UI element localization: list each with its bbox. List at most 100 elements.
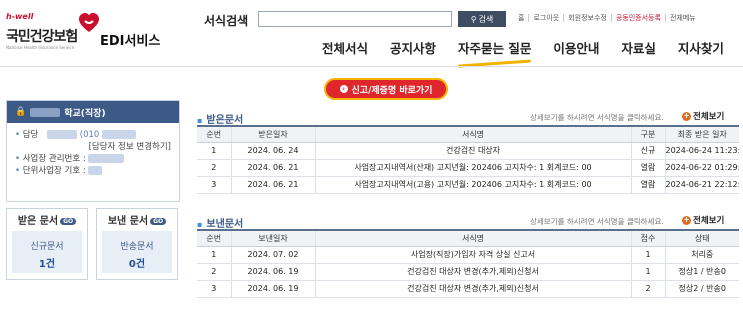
received-docs-box[interactable]: 받은 문서 GO 신규문서 1건 xyxy=(6,208,88,280)
nav-notices[interactable]: 공지사항 xyxy=(390,38,436,57)
received-docs-hint: 상세보기를 하시려면 서식명을 클릭하세요. xyxy=(530,113,664,122)
table-row: 1 2024. 07. 02 사업장(직장)가입자 자격 상실 신고서 1 처리… xyxy=(197,246,739,264)
nav-branch-finder[interactable]: 지사찾기 xyxy=(678,38,724,57)
manager-phone-masked xyxy=(102,130,137,139)
col-header: 보낸일자 xyxy=(230,229,315,247)
cell-index: 1 xyxy=(197,246,231,264)
nav-faq[interactable]: 자주묻는 질문 xyxy=(458,38,531,57)
received-docs-table: 순번 받은일자 서식명 구분 최종 받은 일자 1 2024. 06. 24 건… xyxy=(197,125,739,194)
cell-date: 2024. 06. 19 xyxy=(230,280,315,298)
col-header: 순번 xyxy=(197,125,231,143)
manager-phone: (010 xyxy=(79,130,100,140)
school-name-masked xyxy=(30,107,61,117)
hwell-text: h-well xyxy=(6,12,34,21)
table-row: 2 2024. 06. 21 사업장고지내역서(산재) 고지년월: 202406… xyxy=(197,159,739,177)
cell-form-link[interactable]: 건강검진 대상자 xyxy=(314,142,631,160)
user-info-box: 🔒 학교(직장) • 담당 (010 [담당자 정보 변경하기] • 사업장 관… xyxy=(6,100,180,202)
manager-name-masked xyxy=(47,130,78,139)
col-header: 구분 xyxy=(630,125,665,143)
nav-all-forms[interactable]: 전체서식 xyxy=(322,38,368,57)
cell-type: 신규 xyxy=(630,142,665,160)
returned-docs-count[interactable]: 0건 xyxy=(102,255,172,270)
cell-last-received: 2024-06-24 11:23:31 xyxy=(664,142,739,160)
header-divider xyxy=(0,66,743,67)
received-box-title: 받은 문서 GO xyxy=(7,212,87,227)
manager-row: • 담당 (010 xyxy=(7,129,179,141)
cell-index: 3 xyxy=(197,176,231,194)
top-link-edit-profile[interactable]: 회원정보수정 xyxy=(563,14,611,22)
received-box-inner: 신규문서 1건 xyxy=(12,231,82,273)
cell-status: 처리중 xyxy=(664,246,739,264)
col-header: 접수 xyxy=(630,229,665,247)
col-header: 서식명 xyxy=(314,125,631,143)
user-info-header: 🔒 학교(직장) xyxy=(7,101,179,123)
received-docs-title: 받은문서 xyxy=(197,111,243,126)
search-button[interactable]: ⚲ 검색 xyxy=(458,11,506,27)
workplace-no-row: • 사업장 관리번호 : xyxy=(7,153,179,165)
top-link-logout[interactable]: 로그아웃 xyxy=(528,14,564,22)
table-row: 1 2024. 06. 24 건강검진 대상자 신규 2024-06-24 11… xyxy=(197,142,739,160)
nhis-logo[interactable]: h-well 국민건강보험 National Health Insurance … xyxy=(6,12,99,52)
sent-docs-box[interactable]: 보낸 문서 GO 반송문서 0건 xyxy=(96,208,178,280)
sent-box-title: 보낸 문서 GO xyxy=(97,212,177,227)
plus-icon: + xyxy=(682,111,691,121)
main-nav: 전체서식 공지사항 자주묻는 질문 이용안내 자료실 지사찾기 xyxy=(322,38,724,57)
top-link-all-menu[interactable]: 전체메뉴 xyxy=(664,14,700,22)
table-header-row: 순번 받은일자 서식명 구분 최종 받은 일자 xyxy=(197,125,739,143)
new-docs-label: 신규문서 xyxy=(30,242,64,252)
cell-form-link[interactable]: 건강검진 대상자 변경(추가,제외)신청서 xyxy=(314,280,631,298)
cell-status: 정상2 / 반송0 xyxy=(664,280,739,298)
logo-subtext: National Health Insurance Service xyxy=(6,45,75,50)
cell-form-link[interactable]: 건강검진 대상자 변경(추가,제외)신청서 xyxy=(314,263,631,281)
heart-logo-icon xyxy=(79,13,99,32)
manager-label: 담당 xyxy=(22,130,39,140)
returned-docs-label: 반송문서 xyxy=(120,242,154,252)
logo-name: 국민건강보험 xyxy=(6,29,78,45)
cell-index: 2 xyxy=(197,263,231,281)
cell-received-count: 1 xyxy=(630,263,665,281)
search-button-label: 검색 xyxy=(478,14,494,24)
search-input[interactable] xyxy=(258,11,452,27)
cell-date: 2024. 06. 21 xyxy=(230,159,315,177)
cell-form-link[interactable]: 사업장고지내역서(산재) 고지년월: 202406 고지차수: 1 회계코드: … xyxy=(314,159,631,177)
cell-form-link[interactable]: 사업장(직장)가입자 자격 상실 신고서 xyxy=(314,246,631,264)
workplace-no-masked xyxy=(88,154,125,163)
search-icon: ⚲ xyxy=(470,14,477,24)
cell-form-link[interactable]: 사업장고지내역서(고용) 고지년월: 202406 고지차수: 1 회계코드: … xyxy=(314,176,631,194)
go-badge[interactable]: GO xyxy=(150,217,167,225)
lock-icon: 🔒 xyxy=(15,107,27,117)
sent-docs-title: 보낸문서 xyxy=(197,215,243,230)
cell-index: 1 xyxy=(197,142,231,160)
cell-type: 열람 xyxy=(630,159,665,177)
report-shortcut-button[interactable]: › 신고/제증명 바로가기 xyxy=(324,78,448,100)
nav-guide[interactable]: 이용안내 xyxy=(553,38,599,57)
cell-date: 2024. 06. 24 xyxy=(230,142,315,160)
unit-code-label: 단위사업장 기호 : xyxy=(22,166,86,176)
cell-last-received: 2024-06-21 22:12:19 xyxy=(664,176,739,194)
cell-received-count: 2 xyxy=(630,280,665,298)
cell-index: 3 xyxy=(197,280,231,298)
nav-resources[interactable]: 자료실 xyxy=(621,38,656,57)
arrow-right-icon: › xyxy=(339,85,348,93)
workplace-no-label: 사업장 관리번호 : xyxy=(22,154,86,164)
received-view-all[interactable]: + 전체보기 xyxy=(682,110,724,122)
cell-date: 2024. 07. 02 xyxy=(230,246,315,264)
sent-box-inner: 반송문서 0건 xyxy=(102,231,172,273)
go-badge[interactable]: GO xyxy=(60,217,77,225)
cell-index: 2 xyxy=(197,159,231,177)
col-header: 상태 xyxy=(664,229,739,247)
col-header: 서식명 xyxy=(314,229,631,247)
change-info-link[interactable]: [담당자 정보 변경하기] xyxy=(7,141,179,153)
unit-code-masked xyxy=(88,166,103,175)
col-header: 최종 받은 일자 xyxy=(664,125,739,143)
service-name: EDI서비스 xyxy=(100,34,161,49)
new-docs-count[interactable]: 1건 xyxy=(12,255,82,270)
table-header-row: 순번 보낸일자 서식명 접수 상태 xyxy=(197,229,739,247)
sent-view-all[interactable]: + 전체보기 xyxy=(682,214,724,226)
plus-icon: + xyxy=(682,215,691,225)
cell-date: 2024. 06. 21 xyxy=(230,176,315,194)
top-link-home[interactable]: 홈 xyxy=(514,14,528,22)
cell-type: 열람 xyxy=(630,176,665,194)
table-row: 3 2024. 06. 21 사업장고지내역서(고용) 고지년월: 202406… xyxy=(197,176,739,194)
top-link-cert-register[interactable]: 공동인증서등록 xyxy=(610,14,665,22)
